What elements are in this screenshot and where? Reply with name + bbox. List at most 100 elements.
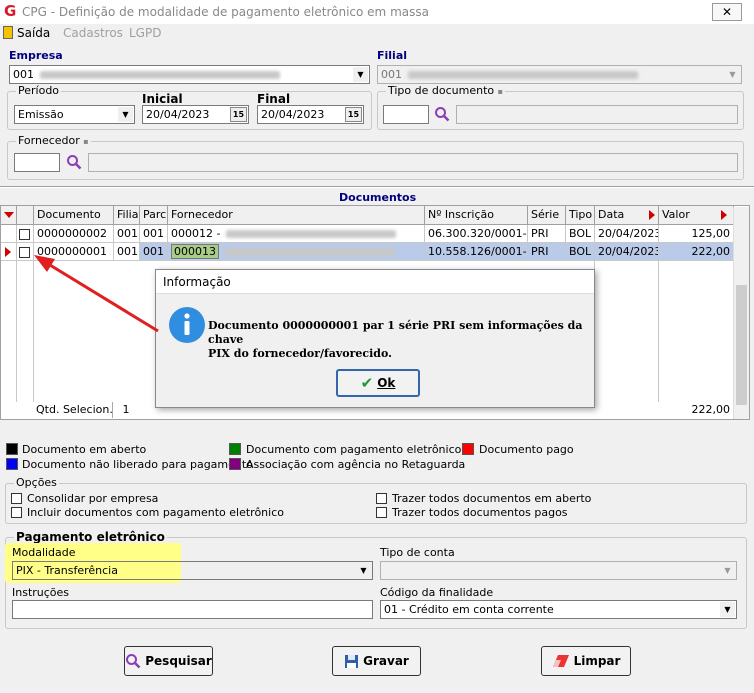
grid-vertical-scrollbar[interactable] (733, 207, 749, 419)
cell-data: 20/04/2023 (595, 225, 659, 243)
tipo-conta-select[interactable]: ▼ (380, 561, 737, 580)
checkmark-icon: ✔ (360, 374, 374, 392)
pagamento-label: Pagamento eletrônico (14, 530, 167, 544)
cell-valor: 125,00 (659, 225, 734, 243)
cell-documento: 0000000002 (34, 225, 114, 243)
chevron-down-icon[interactable]: ▼ (353, 67, 368, 82)
lock-icon: ▪ (83, 137, 89, 146)
pesquisar-button[interactable]: Pesquisar (124, 646, 213, 676)
qtd-selecionados-value: 1 (122, 403, 130, 416)
final-date-input[interactable]: 20/04/2023 15 (257, 105, 364, 124)
col-filial[interactable]: Filial (114, 206, 140, 225)
periodo-label: Período (16, 84, 62, 97)
option-trazer-pagos[interactable]: Trazer todos documentos pagos (376, 506, 568, 519)
ok-button[interactable]: ✔ Ok (336, 369, 420, 397)
chevron-down-icon[interactable]: ▼ (725, 67, 740, 82)
dialog-title: Informação (156, 270, 594, 294)
empresa-select[interactable]: 001 ▼ (9, 65, 370, 84)
col-fornecedor[interactable]: Fornecedor (168, 206, 425, 225)
legend-open: Documento em aberto (22, 443, 147, 456)
col-tipo[interactable]: Tipo (566, 206, 595, 225)
calendar-icon[interactable]: 15 (230, 107, 247, 122)
instrucoes-label: Instruções (12, 586, 70, 599)
sort-arrow-icon (721, 210, 727, 220)
fornecedor-input[interactable] (14, 153, 60, 172)
col-documento[interactable]: Documento (34, 206, 114, 225)
col-serie[interactable]: Série (528, 206, 566, 225)
legend-nao-liberado: Documento não liberado para pagamento (22, 458, 253, 471)
limpar-button[interactable]: Limpar (541, 646, 631, 676)
dialog-message-line2: PIX do fornecedor/favorecido. (208, 347, 392, 360)
gravar-button[interactable]: Gravar (332, 646, 421, 676)
option-trazer-aberto[interactable]: Trazer todos documentos em aberto (376, 492, 591, 505)
legend-agencia: Associação com agência no Retaguarda (246, 458, 466, 471)
total-valor: 222,00 (691, 403, 731, 416)
menu-saida[interactable]: Saída (17, 26, 50, 40)
redacted-text (408, 71, 638, 79)
search-icon[interactable] (66, 154, 82, 170)
menu-lgpd[interactable]: LGPD (129, 26, 161, 40)
tipo-documento-input[interactable] (383, 105, 429, 124)
fornecedor-desc (88, 153, 738, 172)
codigo-finalidade-select[interactable]: 01 - Crédito em conta corrente ▼ (380, 600, 737, 619)
redacted-text (226, 230, 397, 238)
legend-color-open (6, 443, 18, 455)
info-icon (169, 307, 205, 343)
filial-label: Filial (377, 49, 408, 62)
col-inscricao[interactable]: Nº Inscrição (425, 206, 528, 225)
cell-inscricao: 10.558.126/0001-30 (425, 243, 528, 261)
exit-icon (3, 26, 13, 39)
legend-color-agencia (229, 458, 241, 470)
scroll-thumb[interactable] (736, 285, 747, 405)
eraser-icon (552, 655, 569, 667)
cell-fornecedor: 000013 (168, 243, 425, 261)
cell-filial: 001 (114, 243, 140, 261)
cell-tipo: BOL (566, 243, 595, 261)
final-label: Final (257, 92, 291, 106)
cell-inscricao: 06.300.320/0001-43 (425, 225, 528, 243)
chevron-down-icon[interactable]: ▼ (720, 602, 735, 617)
periodo-type-select[interactable]: Emissão ▼ (14, 105, 135, 124)
dialog-message-line1: Documento 0000000001 par 1 série PRI sem… (208, 319, 583, 346)
col-data[interactable]: Data (595, 206, 659, 225)
tipo-documento-label: Tipo de documento ▪ (386, 84, 506, 97)
cell-serie: PRI (528, 225, 566, 243)
table-row-checkbox[interactable] (17, 243, 34, 261)
table-row-checkbox[interactable] (17, 225, 34, 243)
legend-pago: Documento pago (479, 443, 574, 456)
grid-menu[interactable] (1, 206, 17, 225)
current-row-icon (5, 247, 11, 257)
calendar-icon[interactable]: 15 (345, 107, 362, 122)
menu-cadastros[interactable]: Cadastros (63, 26, 123, 40)
search-icon[interactable] (434, 106, 450, 122)
save-icon (345, 654, 359, 668)
qtd-selecionados-label: Qtd. Selecion... (33, 402, 113, 418)
col-valor[interactable]: Valor (659, 206, 734, 225)
cell-serie: PRI (528, 243, 566, 261)
periodo-type-value: Emissão (18, 108, 64, 121)
option-consolidar[interactable]: Consolidar por empresa (11, 492, 158, 505)
legend-color-eletronico (229, 443, 241, 455)
inicial-label: Inicial (142, 92, 183, 106)
codigo-finalidade-label: Código da finalidade (380, 586, 494, 599)
inicial-date-value: 20/04/2023 (146, 108, 210, 121)
inicial-date-input[interactable]: 20/04/2023 15 (142, 105, 249, 124)
filial-value: 001 (381, 68, 402, 81)
opcoes-label: Opções (14, 476, 59, 489)
modalidade-value: PIX - Transferência (16, 564, 118, 577)
col-parc[interactable]: Parc. (140, 206, 168, 225)
modalidade-select[interactable]: PIX - Transferência ▼ (12, 561, 373, 580)
grid-header-check (17, 206, 34, 225)
chevron-down-icon[interactable]: ▼ (720, 563, 735, 578)
filial-select[interactable]: 001 ▼ (377, 65, 742, 84)
close-button[interactable]: ✕ (712, 3, 742, 21)
chevron-down-icon[interactable]: ▼ (118, 107, 133, 122)
chevron-down-icon[interactable]: ▼ (356, 563, 371, 578)
modalidade-label: Modalidade (12, 546, 76, 559)
cell-parc: 001 (140, 225, 168, 243)
option-incluir-eletronico[interactable]: Incluir documentos com pagamento eletrôn… (11, 506, 284, 519)
tipo-conta-label: Tipo de conta (380, 546, 455, 559)
info-dialog: Informação Documento 0000000001 par 1 sé… (155, 269, 595, 408)
instrucoes-input[interactable] (12, 600, 373, 619)
cell-parc: 001 (140, 243, 168, 261)
